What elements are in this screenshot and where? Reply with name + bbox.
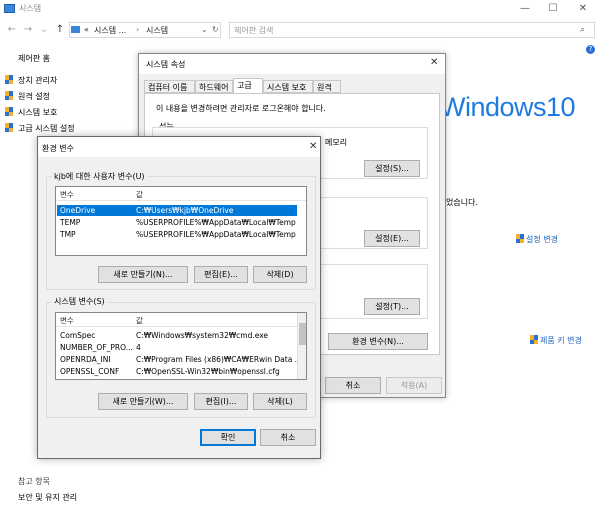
help-icon[interactable]: ? [586, 45, 595, 54]
admin-required-notice: 이 내용을 변경하려면 관리자로 로그온해야 합니다. [156, 104, 326, 113]
system-list-header: 변수 값 [56, 313, 306, 327]
close-button[interactable]: ✕ [570, 0, 596, 18]
security-maintenance-link[interactable]: 보안 및 유지 관리 [18, 492, 77, 503]
system-window-icon [4, 4, 15, 13]
environment-variables-button[interactable]: 환경 변수(N)... [328, 333, 428, 350]
minimize-button[interactable]: — [512, 0, 538, 18]
window-titlebar [0, 0, 600, 18]
startup-settings-button[interactable]: 설정(T)... [364, 298, 420, 315]
system-properties-cancel-button[interactable]: 취소 [325, 377, 381, 394]
breadcrumb-item-system[interactable]: 시스템 [146, 25, 168, 36]
control-panel-icon [71, 26, 80, 33]
var-name: ComSpec [60, 331, 96, 340]
system-list-scrollbar[interactable] [297, 313, 306, 379]
windows10-logo: Windows10 [440, 92, 576, 122]
user-variables-label: kjb에 대한 사용자 변수(U) [52, 171, 147, 182]
ok-button[interactable]: 확인 [200, 429, 256, 446]
user-new-button[interactable]: 새로 만들기(N)... [98, 266, 188, 283]
column-header-variable[interactable]: 변수 [60, 189, 74, 200]
tab-advanced[interactable]: 고급 [233, 78, 263, 94]
search-input[interactable]: 제어판 검색 [229, 22, 595, 38]
user-delete-button[interactable]: 삭제(D) [253, 266, 307, 283]
var-name: TEMP [60, 218, 81, 227]
var-value: C:₩Program Files (x86)₩CA₩ERwin Data ... [136, 355, 302, 364]
shield-icon [516, 234, 525, 244]
up-arrow-icon[interactable]: ↑ [54, 24, 66, 36]
system-var-row[interactable]: ComSpec C:₩Windows₩system32₩cmd.exe [57, 330, 297, 341]
column-header-value[interactable]: 값 [136, 189, 143, 200]
performance-settings-button[interactable]: 설정(S)... [364, 160, 420, 177]
shield-icon [5, 75, 14, 85]
system-properties-title: 시스템 속성 [146, 60, 186, 69]
system-var-row[interactable]: NUMBER_OF_PRO... 4 [57, 342, 297, 353]
var-value: 4 [136, 343, 141, 352]
system-var-row[interactable]: OPENRDA_INI C:₩Program Files (x86)₩CA₩ER… [57, 354, 302, 365]
maximize-button[interactable]: ☐ [540, 0, 566, 18]
window-title: 시스템 [19, 4, 42, 13]
address-bar[interactable] [69, 22, 221, 38]
system-variables-label: 시스템 변수(S) [52, 296, 107, 307]
system-protection-link[interactable]: 시스템 보호 [18, 107, 57, 118]
forward-arrow-icon[interactable]: → [22, 24, 34, 36]
system-new-button[interactable]: 새로 만들기(W)... [98, 393, 188, 410]
change-product-key-link[interactable]: 제품 키 변경 [540, 335, 582, 346]
system-var-row[interactable]: OPENSSL_CONF C:₩OpenSSL-Win32₩bin₩openss… [57, 366, 297, 377]
env-dialog-titlebar [38, 137, 320, 157]
tab-system-protection[interactable]: 시스템 보호 [263, 80, 313, 93]
advanced-system-settings-link[interactable]: 고급 시스템 설정 [18, 123, 75, 134]
env-cancel-button[interactable]: 취소 [260, 429, 316, 446]
user-profiles-settings-button[interactable]: 설정(E)... [364, 230, 420, 247]
memory-label: 메모리 [325, 138, 348, 147]
apply-button[interactable]: 적용(A) [386, 377, 442, 394]
system-variables-list[interactable]: 변수 값 ComSpec C:₩Windows₩system32₩cmd.exe… [55, 312, 307, 380]
var-value: %USERPROFILE%₩AppData₩Local₩Temp [136, 230, 296, 239]
user-var-row[interactable]: TMP %USERPROFILE%₩AppData₩Local₩Temp [57, 229, 297, 240]
env-dialog-title: 환경 변수 [42, 144, 74, 153]
user-variables-list[interactable]: 변수 값 OneDrive C:₩Users₩kjb₩OneDrive TEMP… [55, 186, 307, 256]
breadcrumb-item-system-security[interactable]: 시스템 ... [94, 25, 126, 36]
var-name: TMP [60, 230, 76, 239]
address-dropdown-icon[interactable]: ⌄ [201, 25, 208, 34]
search-icon[interactable]: ⌕ [580, 25, 585, 35]
user-edit-button[interactable]: 편집(E)... [194, 266, 248, 283]
scrollbar-thumb[interactable] [299, 323, 306, 345]
var-value: C:₩Users₩kjb₩OneDrive [136, 206, 234, 215]
recent-dropdown-icon[interactable]: ⌄ [38, 24, 50, 36]
var-value: C:₩OpenSSL-Win32₩bin₩openssl.cfg [136, 367, 280, 376]
var-name: OPENSSL_CONF [60, 367, 120, 376]
var-value: %USERPROFILE%₩AppData₩Local₩Temp [136, 218, 296, 227]
tab-hardware[interactable]: 하드웨어 [195, 80, 233, 93]
device-manager-link[interactable]: 장치 관리자 [18, 75, 57, 86]
column-header-value[interactable]: 값 [136, 315, 143, 326]
var-name: OneDrive [60, 206, 96, 215]
shield-icon [5, 107, 14, 117]
env-dialog-close-button[interactable]: ✕ [309, 141, 317, 152]
truncated-info-text: 었습니다. [446, 198, 478, 207]
control-panel-home-link[interactable]: 제어판 홈 [18, 53, 50, 64]
tab-computer-name[interactable]: 컴퓨터 이름 [144, 80, 195, 93]
shield-icon [530, 335, 539, 345]
shield-icon [5, 123, 14, 133]
refresh-icon[interactable]: ↻ [212, 25, 219, 34]
column-header-variable[interactable]: 변수 [60, 315, 74, 326]
see-also-heading: 참고 항목 [18, 477, 50, 486]
back-arrow-icon[interactable]: ← [6, 24, 18, 36]
shield-icon [5, 91, 14, 101]
breadcrumb-separator: › [136, 25, 140, 34]
var-name: NUMBER_OF_PRO... [60, 343, 133, 352]
system-delete-button[interactable]: 삭제(L) [253, 393, 307, 410]
user-var-row[interactable]: TEMP %USERPROFILE%₩AppData₩Local₩Temp [57, 217, 297, 228]
user-var-row[interactable]: OneDrive C:₩Users₩kjb₩OneDrive [57, 205, 297, 216]
remote-settings-link[interactable]: 원격 설정 [18, 91, 50, 102]
system-properties-close-button[interactable]: ✕ [430, 57, 438, 68]
breadcrumb-overflow[interactable]: « [84, 25, 89, 34]
user-list-header: 변수 값 [56, 187, 306, 201]
change-settings-link[interactable]: 설정 변경 [526, 234, 558, 245]
system-edit-button[interactable]: 편집(I)... [194, 393, 248, 410]
var-value: C:₩Windows₩system32₩cmd.exe [136, 331, 269, 340]
tab-remote[interactable]: 원격 [313, 80, 341, 93]
var-name: OPENRDA_INI [60, 355, 111, 364]
